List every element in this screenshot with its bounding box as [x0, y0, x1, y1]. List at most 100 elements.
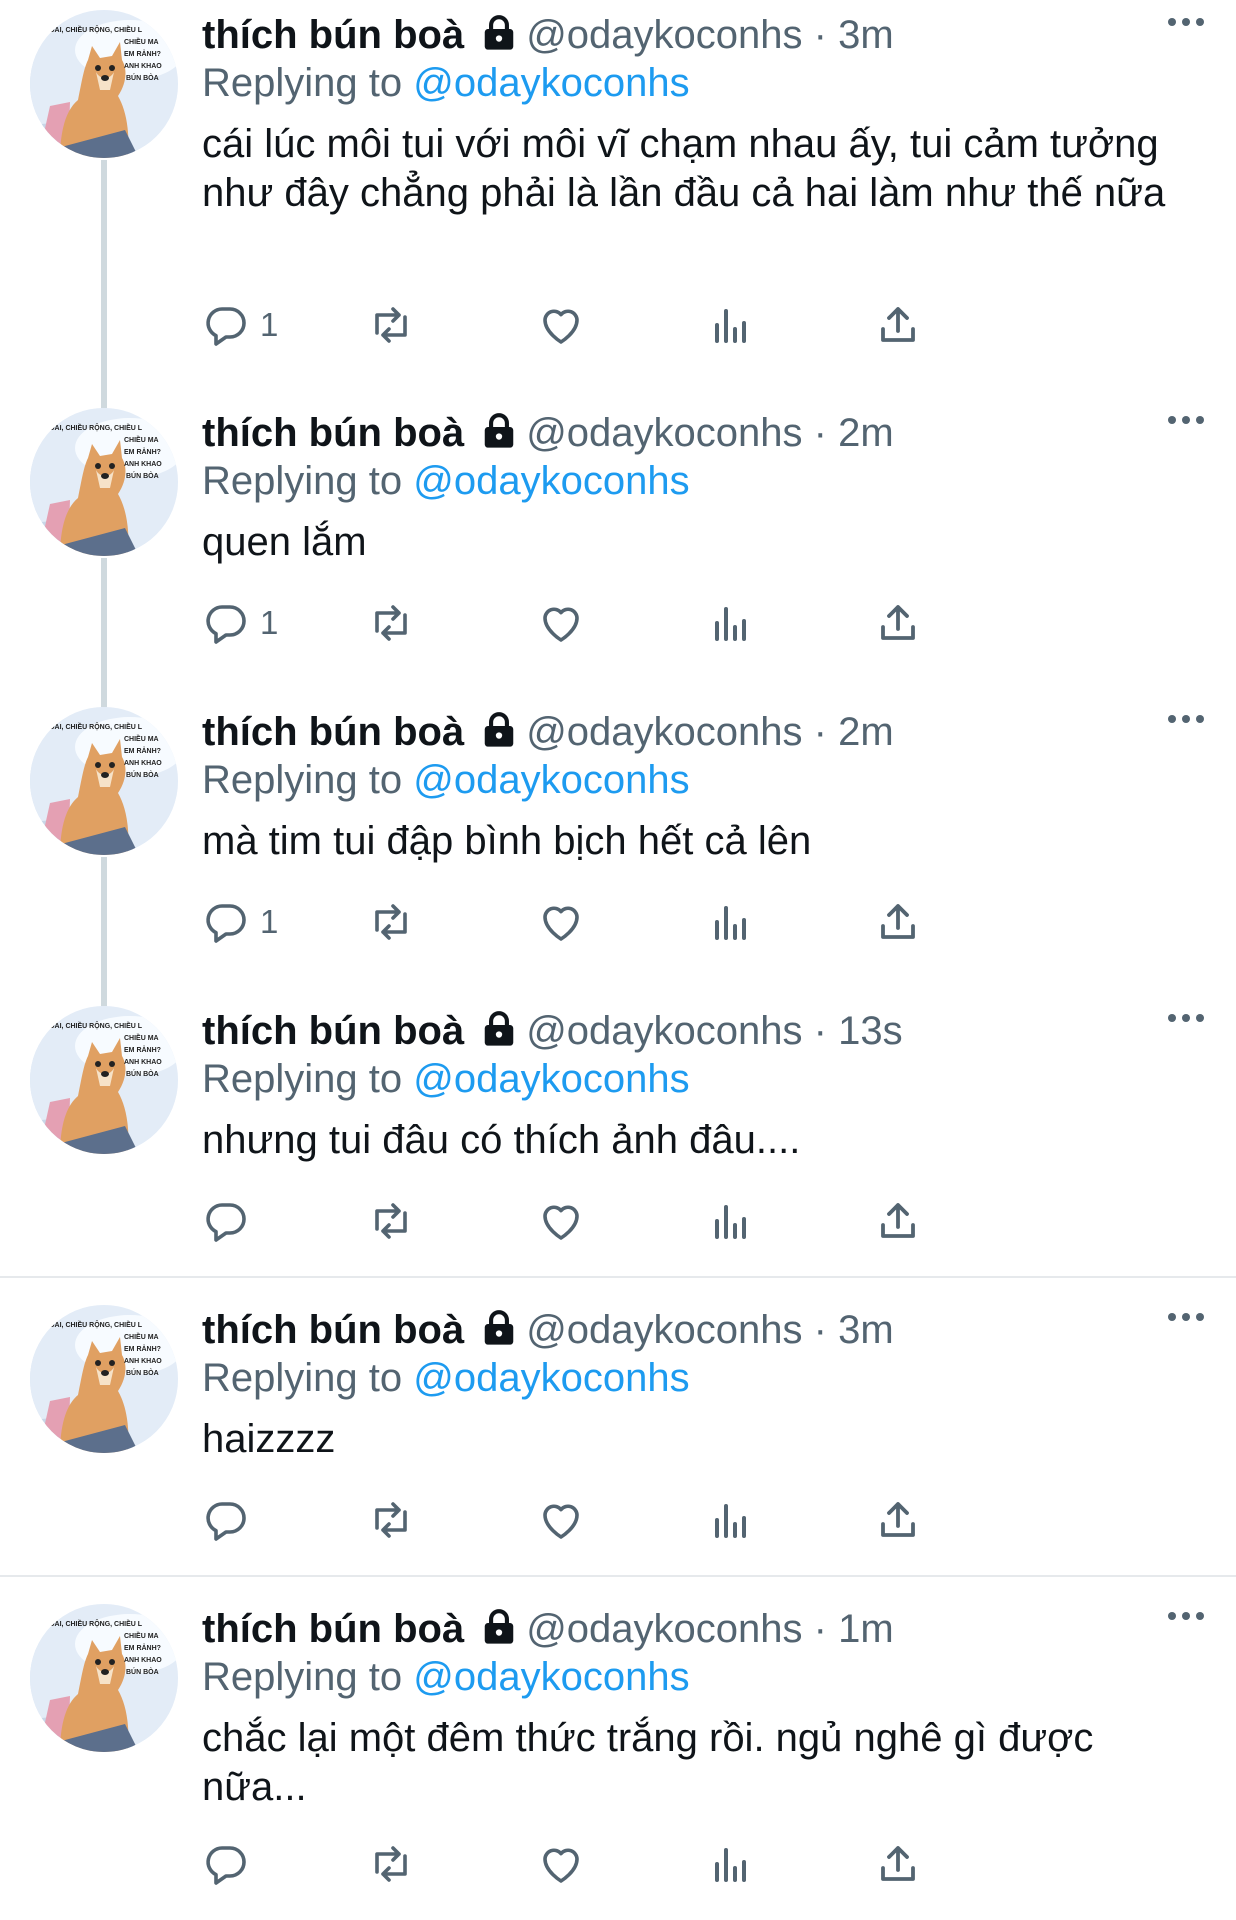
tweet[interactable]: ..IÊU DÀI, CHIỀU RỘNG, CHIỀU L CHIỀU MA …: [0, 1594, 1236, 1920]
share-button[interactable]: [874, 598, 922, 648]
tweet-actions: [202, 1196, 1102, 1246]
retweet-icon: [375, 904, 407, 940]
mention-link[interactable]: @odaykoconhs: [413, 758, 689, 802]
separator-dot: ·: [813, 13, 827, 57]
tweet[interactable]: ..IÊU DÀI, CHIỀU RỘNG, CHIỀU L CHIỀU MA …: [0, 697, 1236, 1008]
display-name[interactable]: thích bún boà: [202, 411, 464, 455]
username[interactable]: @odaykoconhs: [526, 411, 802, 455]
timestamp[interactable]: 3m: [838, 13, 894, 57]
retweet-button[interactable]: [367, 1839, 415, 1889]
like-icon: [543, 1205, 579, 1240]
views-button[interactable]: [707, 1196, 755, 1246]
reply-button[interactable]: [202, 1495, 260, 1545]
reply-button[interactable]: [202, 1196, 260, 1246]
mention-link[interactable]: @odaykoconhs: [413, 61, 689, 105]
share-button[interactable]: [874, 1196, 922, 1246]
more-icon[interactable]: [1166, 412, 1206, 433]
more-icon[interactable]: [1166, 1309, 1206, 1330]
tweet-divider: [0, 1575, 1236, 1577]
mention-link[interactable]: @odaykoconhs: [413, 1655, 689, 1699]
views-button[interactable]: [707, 598, 755, 648]
replying-to-label: Replying to: [202, 1655, 403, 1699]
avatar[interactable]: ..IÊU DÀI, CHIỀU RỘNG, CHIỀU L CHIỀU MA …: [30, 408, 178, 556]
username[interactable]: @odaykoconhs: [526, 710, 802, 754]
like-button[interactable]: [537, 300, 585, 350]
tweet[interactable]: ..IÊU DÀI, CHIỀU RỘNG, CHIỀU L CHIỀU MA …: [0, 0, 1236, 410]
reply-icon: [206, 904, 246, 943]
share-button[interactable]: [874, 1495, 922, 1545]
tweet[interactable]: ..IÊU DÀI, CHIỀU RỘNG, CHIỀU L CHIỀU MA …: [0, 1295, 1236, 1594]
avatar-caption-4: ANH KHAO: [124, 1059, 162, 1066]
username[interactable]: @odaykoconhs: [526, 1308, 802, 1352]
username[interactable]: @odaykoconhs: [526, 13, 802, 57]
timestamp[interactable]: 13s: [838, 1009, 903, 1053]
tweet-header: thích bún boà @odaykoconhs · 2m: [202, 709, 1176, 755]
timestamp[interactable]: 1m: [838, 1607, 894, 1651]
display-name[interactable]: thích bún boà: [202, 1607, 464, 1651]
reply-button[interactable]: 1: [202, 300, 278, 350]
timestamp[interactable]: 3m: [838, 1308, 894, 1352]
like-button[interactable]: [537, 1839, 585, 1889]
timestamp[interactable]: 2m: [838, 710, 894, 754]
avatar-caption-3: EM RẢNH?: [124, 1045, 161, 1054]
display-name[interactable]: thích bún boà: [202, 710, 464, 754]
thread-connector-line: [101, 160, 107, 410]
replying-to: Replying to @odaykoconhs: [202, 1056, 690, 1102]
timestamp[interactable]: 2m: [838, 411, 894, 455]
retweet-button[interactable]: [367, 1495, 415, 1545]
share-button[interactable]: [874, 300, 922, 350]
more-icon[interactable]: [1166, 1608, 1206, 1629]
display-name[interactable]: thích bún boà: [202, 13, 464, 57]
avatar[interactable]: ..IÊU DÀI, CHIỀU RỘNG, CHIỀU L CHIỀU MA …: [30, 10, 178, 158]
username[interactable]: @odaykoconhs: [526, 1009, 802, 1053]
reply-button[interactable]: 1: [202, 598, 278, 648]
retweet-button[interactable]: [367, 1196, 415, 1246]
avatar[interactable]: ..IÊU DÀI, CHIỀU RỘNG, CHIỀU L CHIỀU MA …: [30, 707, 178, 855]
more-icon[interactable]: [1166, 1010, 1206, 1031]
views-button[interactable]: [707, 897, 755, 947]
username[interactable]: @odaykoconhs: [526, 1607, 802, 1651]
display-name[interactable]: thích bún boà: [202, 1308, 464, 1352]
share-button[interactable]: [874, 1839, 922, 1889]
tweet[interactable]: ..IÊU DÀI, CHIỀU RỘNG, CHIỀU L CHIỀU MA …: [0, 398, 1236, 709]
separator-dot: ·: [813, 1308, 827, 1352]
tweet-text: chắc lại một đêm thức trắng rồi. ngủ ngh…: [202, 1716, 1094, 1809]
more-icon[interactable]: [1166, 14, 1206, 35]
share-icon: [881, 1846, 915, 1881]
reply-icon: [206, 1502, 246, 1541]
avatar-caption-4: ANH KHAO: [124, 1657, 162, 1664]
tweet[interactable]: ..IÊU DÀI, CHIỀU RỘNG, CHIỀU L CHIỀU MA …: [0, 996, 1236, 1295]
views-button[interactable]: [707, 1839, 755, 1889]
mention-link[interactable]: @odaykoconhs: [413, 1057, 689, 1101]
tweet-text: quen lắm: [202, 520, 367, 564]
views-button[interactable]: [707, 300, 755, 350]
retweet-button[interactable]: [367, 897, 415, 947]
retweet-button[interactable]: [367, 300, 415, 350]
more-icon[interactable]: [1166, 711, 1206, 732]
replying-to: Replying to @odaykoconhs: [202, 1355, 690, 1401]
like-button[interactable]: [537, 897, 585, 947]
avatar-caption-5: BÚN BÒA: [126, 1667, 159, 1676]
avatar[interactable]: ..IÊU DÀI, CHIỀU RỘNG, CHIỀU L CHIỀU MA …: [30, 1006, 178, 1154]
avatar[interactable]: ..IÊU DÀI, CHIỀU RỘNG, CHIỀU L CHIỀU MA …: [30, 1604, 178, 1752]
avatar-caption-5: BÚN BÒA: [126, 73, 159, 82]
reply-icon: [206, 307, 246, 346]
mention-link[interactable]: @odaykoconhs: [413, 1356, 689, 1400]
like-button[interactable]: [537, 1196, 585, 1246]
reply-button[interactable]: [202, 1839, 260, 1889]
retweet-button[interactable]: [367, 598, 415, 648]
reply-button[interactable]: 1: [202, 897, 278, 947]
avatar[interactable]: ..IÊU DÀI, CHIỀU RỘNG, CHIỀU L CHIỀU MA …: [30, 1305, 178, 1453]
views-button[interactable]: [707, 1495, 755, 1545]
separator-dot: ·: [813, 411, 827, 455]
share-icon: [881, 605, 915, 640]
like-icon: [543, 1848, 579, 1883]
mention-link[interactable]: @odaykoconhs: [413, 459, 689, 503]
like-button[interactable]: [537, 1495, 585, 1545]
tweet-header: thích bún boà @odaykoconhs · 3m: [202, 12, 1176, 58]
like-icon: [543, 607, 579, 642]
share-button[interactable]: [874, 897, 922, 947]
views-icon: [715, 1504, 746, 1538]
display-name[interactable]: thích bún boà: [202, 1009, 464, 1053]
like-button[interactable]: [537, 598, 585, 648]
